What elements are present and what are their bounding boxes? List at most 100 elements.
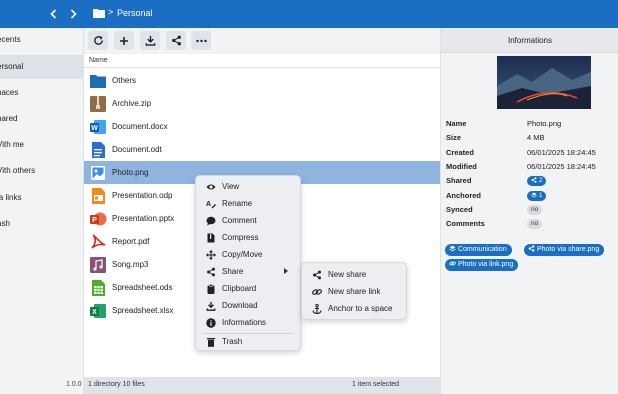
modified-value: 06/01/2025 18:24:45	[527, 162, 596, 171]
sidebar-item-via-links[interactable]: ia links	[0, 186, 84, 210]
share-icon	[171, 35, 181, 46]
menu-item-view[interactable]: View	[196, 178, 300, 195]
sidebar-item-personal[interactable]: ersonal	[0, 55, 84, 79]
file-name: Report.pdf	[112, 237, 150, 246]
size-label: Size	[446, 133, 462, 142]
modified-label: Modified	[446, 162, 477, 171]
anchor-icon	[312, 304, 322, 314]
shared-label: Shared	[446, 176, 472, 185]
share-submenu: New share New share link Anchor to a spa…	[301, 262, 407, 320]
menu-item-copy-move[interactable]: Copy/Move	[196, 246, 300, 263]
menu-item-rename[interactable]: A Rename	[196, 195, 300, 212]
context-menu: View A Rename Comment Compress Copy/Move…	[195, 175, 301, 351]
sidebar-item-with-others[interactable]: Vith others	[0, 159, 84, 183]
excel-file-icon: X	[90, 304, 106, 318]
refresh-icon	[93, 35, 103, 45]
rename-icon: A	[206, 201, 216, 209]
spreadsheet-icon	[92, 280, 105, 296]
file-name: Spreadsheet.xlsx	[112, 306, 174, 315]
tag-link[interactable]: Photo via link.png	[445, 259, 519, 271]
layers-icon	[449, 245, 456, 251]
synced-badge: no	[527, 205, 543, 215]
sidebar-item-spaces[interactable]: paces	[0, 81, 84, 105]
panel-title: Informations	[441, 28, 618, 53]
word-file-icon: W	[90, 120, 106, 134]
file-name: Others	[112, 76, 137, 85]
submenu-item-new-share[interactable]: New share	[302, 266, 406, 283]
comments-badge: no	[527, 219, 543, 229]
synced-label: Synced	[446, 205, 473, 214]
sidebar: ecents ersonal paces hared Vith me Vith …	[0, 28, 84, 394]
name-label: Name	[446, 119, 467, 128]
presentation-icon	[92, 188, 105, 204]
share-icon	[528, 244, 535, 252]
sidebar-item-recents[interactable]: ecents	[0, 28, 84, 52]
menu-item-download[interactable]: Download	[196, 297, 300, 314]
info-panel: Informations Name Photo.png Size 4 MB Cr…	[440, 28, 618, 394]
menu-item-compress[interactable]: Compress	[196, 229, 300, 246]
add-button[interactable]	[114, 31, 134, 50]
menu-item-informations[interactable]: Informations	[196, 314, 300, 331]
more-button[interactable]	[191, 31, 211, 50]
folder-icon	[93, 8, 105, 18]
more-icon	[195, 39, 207, 42]
move-icon	[206, 250, 216, 260]
status-selection: 1 item selected	[352, 381, 400, 388]
file-name: Presentation.odp	[112, 191, 173, 200]
link-icon	[449, 261, 456, 265]
anchored-badge[interactable]: 1	[527, 191, 547, 201]
trash-icon	[207, 338, 215, 347]
name-value: Photo.png	[527, 119, 562, 128]
submenu-item-anchor-to-space[interactable]: Anchor to a space	[302, 300, 406, 317]
tag-communication[interactable]: Communication	[445, 244, 512, 256]
file-row[interactable]: Others	[84, 69, 440, 92]
share-icon	[207, 267, 215, 277]
menu-item-comment[interactable]: Comment	[196, 212, 300, 229]
file-row[interactable]: W Document.docx	[84, 115, 440, 138]
layers-icon	[531, 192, 537, 197]
photo-thumbnail	[497, 56, 591, 109]
sidebar-item-with-me[interactable]: Vith me	[0, 133, 84, 157]
column-header-name[interactable]: Name	[89, 57, 108, 64]
svg-text:A: A	[206, 201, 211, 208]
file-row[interactable]: Archive.zip	[84, 92, 440, 115]
shared-badge[interactable]: 2	[527, 176, 547, 186]
powerpoint-file-icon: P	[90, 212, 107, 226]
info-icon	[206, 318, 216, 328]
created-label: Created	[446, 148, 474, 157]
file-name: Photo.png	[112, 168, 149, 177]
chevron-left-icon[interactable]	[47, 7, 61, 21]
download-button[interactable]	[140, 31, 160, 50]
toolbar	[84, 28, 440, 54]
chevron-right-icon[interactable]	[66, 7, 80, 21]
document-icon	[92, 142, 105, 158]
folder-icon	[90, 75, 106, 88]
share-button[interactable]	[166, 31, 186, 50]
status-bar: 1 directory 10 files 1 item selected	[84, 377, 440, 394]
size-value: 4 MB	[527, 133, 545, 142]
sidebar-item-trash[interactable]: ash	[0, 212, 84, 236]
file-name: Document.odt	[112, 145, 162, 154]
submenu-item-new-share-link[interactable]: New share link	[302, 283, 406, 300]
image-file-icon	[91, 166, 105, 180]
menu-item-trash[interactable]: Trash	[196, 333, 300, 350]
version-label: 1.0.0	[66, 381, 82, 388]
sidebar-item-shared[interactable]: hared	[0, 107, 84, 131]
breadcrumb[interactable]: Personal	[117, 8, 153, 18]
menu-item-share[interactable]: Share	[196, 263, 300, 280]
pdf-file-icon	[91, 234, 106, 249]
share-icon	[531, 176, 537, 183]
file-name: Archive.zip	[112, 99, 152, 108]
file-name: Song.mp3	[112, 260, 149, 269]
file-row[interactable]: Document.odt	[84, 138, 440, 161]
plus-icon	[120, 36, 128, 45]
tag-share[interactable]: Photo via share.png	[524, 244, 605, 256]
breadcrumb-separator: >	[108, 7, 114, 17]
file-name: Presentation.pptx	[112, 214, 175, 223]
download-icon	[206, 301, 216, 311]
refresh-button[interactable]	[88, 31, 108, 50]
menu-item-clipboard[interactable]: Clipboard	[196, 280, 300, 297]
svg-text:X: X	[92, 309, 97, 316]
status-count: 1 directory 10 files	[88, 381, 145, 388]
svg-text:P: P	[92, 217, 97, 224]
